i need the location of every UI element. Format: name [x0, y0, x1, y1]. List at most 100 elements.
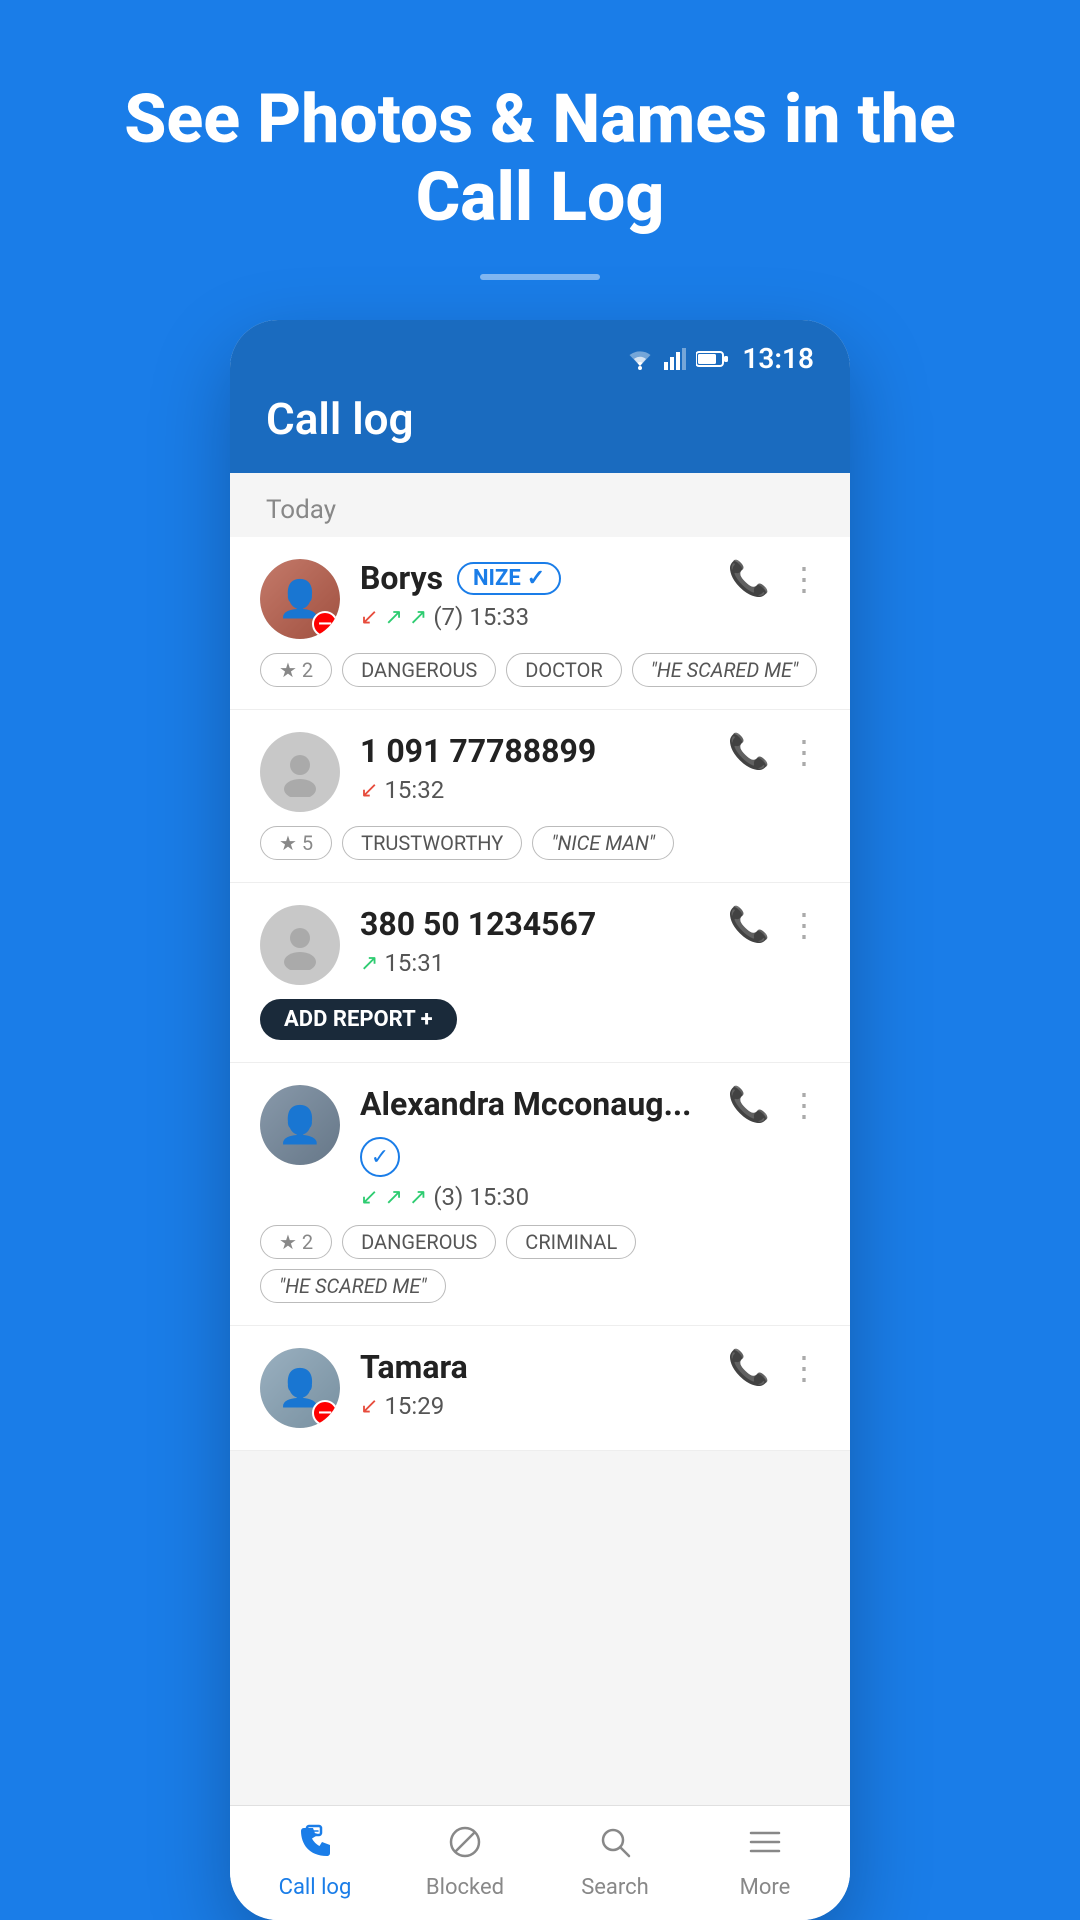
- call-info-unknown1: 1 091 77788899 ↙ 15:32: [360, 732, 698, 804]
- verified-badge-alexandra: ✓: [360, 1137, 400, 1177]
- phone-header: 13:18 Call log: [230, 320, 850, 473]
- wifi-icon: [626, 348, 654, 370]
- call-button-unknown1[interactable]: 📞: [728, 732, 770, 772]
- action-icons-unknown2[interactable]: 📞 ⋮: [718, 905, 820, 945]
- tag-star-unknown1: ★ 5: [260, 826, 332, 860]
- arrow-out2: ↗: [409, 605, 427, 630]
- call-meta-alexandra: ↙ ↗ ↗ (3) 15:30: [360, 1183, 698, 1211]
- avatar-borys: 👤 —: [260, 559, 340, 639]
- arrow-out-unknown2: ↗: [360, 951, 378, 976]
- call-item-alexandra: 👤 Alexandra Mcconaug... ✓ ↙ ↗ ↗ (3) 15:3…: [230, 1063, 850, 1326]
- call-meta-unknown2: ↗ 15:31: [360, 949, 698, 977]
- arrow-out1: ↗: [384, 605, 402, 630]
- tag-star-alexandra: ★ 2: [260, 1225, 332, 1259]
- calllog-label: Call log: [279, 1875, 352, 1900]
- add-report-button[interactable]: ADD REPORT +: [260, 999, 457, 1040]
- search-icon: [597, 1824, 633, 1869]
- caller-name-alexandra: Alexandra Mcconaug...: [360, 1085, 691, 1123]
- avatar-alexandra: 👤: [260, 1085, 340, 1165]
- tag-criminal-alexandra: CRIMINAL: [506, 1225, 636, 1259]
- status-bar: 13:18: [266, 342, 814, 375]
- action-icons-unknown1[interactable]: 📞 ⋮: [718, 732, 820, 772]
- avatar-unknown2: [260, 905, 340, 985]
- search-label: Search: [581, 1875, 649, 1900]
- call-time-unknown1: 15:32: [384, 776, 444, 804]
- call-info-alexandra: Alexandra Mcconaug... ✓ ↙ ↗ ↗ (3) 15:30: [360, 1085, 698, 1211]
- call-info-borys: Borys NIZE✓ ↙ ↗ ↗ (7) 15:33: [360, 559, 698, 631]
- call-log-body: Today 👤 — Borys NIZE✓ ↙ ↗: [230, 473, 850, 1805]
- call-item-unknown1: 1 091 77788899 ↙ 15:32 📞 ⋮ ★ 5 TRUSTWORT…: [230, 710, 850, 883]
- action-icons-borys[interactable]: 📞 ⋮: [718, 559, 820, 599]
- call-item-tamara: 👤 — Tamara ↙ 15:29 📞 ⋮: [230, 1326, 850, 1451]
- tags-alexandra: ★ 2 DANGEROUS CRIMINAL "HE SCARED ME": [260, 1225, 820, 1303]
- blocked-label: Blocked: [426, 1875, 504, 1900]
- tag-quote-alexandra: "HE SCARED ME": [260, 1269, 446, 1303]
- call-button-unknown2[interactable]: 📞: [728, 905, 770, 945]
- nav-item-more[interactable]: More: [690, 1824, 840, 1900]
- tag-quote-borys: "HE SCARED ME": [632, 653, 818, 687]
- tag-quote-unknown1: "NICE MAN": [532, 826, 674, 860]
- tags-borys: ★ 2 DANGEROUS DOCTOR "HE SCARED ME": [260, 653, 820, 687]
- arrow-out2-alexandra: ↗: [409, 1185, 427, 1210]
- nav-item-search[interactable]: Search: [540, 1824, 690, 1900]
- blocked-badge-borys: —: [312, 611, 338, 637]
- call-button-tamara[interactable]: 📞: [728, 1348, 770, 1388]
- tag-doctor-borys: DOCTOR: [506, 653, 621, 687]
- arrow-in-alexandra: ↙: [360, 1185, 378, 1210]
- status-icons: [626, 348, 728, 370]
- hero-title: See Photos & Names in the Call Log: [0, 0, 1080, 256]
- call-time-unknown2: 15:31: [384, 949, 444, 977]
- arrow-missed-tamara: ↙: [360, 1394, 378, 1419]
- call-count-alexandra: (3) 15:30: [433, 1183, 529, 1211]
- tag-star-borys: ★ 2: [260, 653, 332, 687]
- arrow-out1-alexandra: ↗: [384, 1185, 402, 1210]
- call-log-title: Call log: [266, 393, 814, 445]
- call-item-borys: 👤 — Borys NIZE✓ ↙ ↗ ↗ (7) 15:33: [230, 537, 850, 710]
- more-button-alexandra[interactable]: ⋮: [788, 1086, 820, 1124]
- more-button-tamara[interactable]: ⋮: [788, 1349, 820, 1387]
- more-button-unknown1[interactable]: ⋮: [788, 733, 820, 771]
- call-time-tamara: 15:29: [384, 1392, 444, 1420]
- avatar-tamara: 👤 —: [260, 1348, 340, 1428]
- action-icons-alexandra[interactable]: 📞 ⋮: [718, 1085, 820, 1125]
- call-meta-tamara: ↙ 15:29: [360, 1392, 698, 1420]
- calllog-icon: [297, 1824, 333, 1869]
- blocked-icon: [447, 1824, 483, 1869]
- more-label: More: [740, 1875, 791, 1900]
- more-nav-icon: [747, 1824, 783, 1869]
- avatar-unknown1: [260, 732, 340, 812]
- nize-badge-borys: NIZE✓: [457, 562, 561, 595]
- tag-trustworthy-unknown1: TRUSTWORTHY: [342, 826, 522, 860]
- call-button-borys[interactable]: 📞: [728, 559, 770, 599]
- tag-dangerous-borys: DANGEROUS: [342, 653, 496, 687]
- nav-item-blocked[interactable]: Blocked: [390, 1824, 540, 1900]
- call-meta-unknown1: ↙ 15:32: [360, 776, 698, 804]
- signal-icon: [664, 348, 686, 370]
- caller-name-tamara: Tamara: [360, 1348, 468, 1386]
- caller-name-unknown1: 1 091 77788899: [360, 732, 596, 770]
- caller-name-unknown2: 380 50 1234567: [360, 905, 596, 943]
- tag-dangerous-alexandra: DANGEROUS: [342, 1225, 496, 1259]
- generic-person-icon: [275, 747, 325, 797]
- caller-name-borys: Borys: [360, 559, 443, 597]
- add-report-label: ADD REPORT +: [284, 1007, 433, 1032]
- phone-mockup: 13:18 Call log Today 👤 — Borys NIZE✓: [230, 320, 850, 1920]
- action-icons-tamara[interactable]: 📞 ⋮: [718, 1348, 820, 1388]
- bottom-nav: Call log Blocked Search: [230, 1805, 850, 1920]
- battery-icon: [696, 350, 728, 368]
- call-meta-borys: ↙ ↗ ↗ (7) 15:33: [360, 603, 698, 631]
- generic-person-icon2: [275, 920, 325, 970]
- section-today: Today: [230, 473, 850, 537]
- tags-unknown1: ★ 5 TRUSTWORTHY "NICE MAN": [260, 826, 820, 860]
- more-button-unknown2[interactable]: ⋮: [788, 906, 820, 944]
- arrow-missed-unknown1: ↙: [360, 778, 378, 803]
- call-count-borys: (7) 15:33: [433, 603, 529, 631]
- call-info-unknown2: 380 50 1234567 ↗ 15:31: [360, 905, 698, 977]
- more-button-borys[interactable]: ⋮: [788, 560, 820, 598]
- status-time: 13:18: [742, 342, 814, 375]
- call-item-unknown2: 380 50 1234567 ↗ 15:31 📞 ⋮ ADD REPORT +: [230, 883, 850, 1063]
- tags-unknown2: ADD REPORT +: [260, 999, 820, 1040]
- call-button-alexandra[interactable]: 📞: [728, 1085, 770, 1125]
- nav-item-calllog[interactable]: Call log: [240, 1824, 390, 1900]
- arrow-missed: ↙: [360, 605, 378, 630]
